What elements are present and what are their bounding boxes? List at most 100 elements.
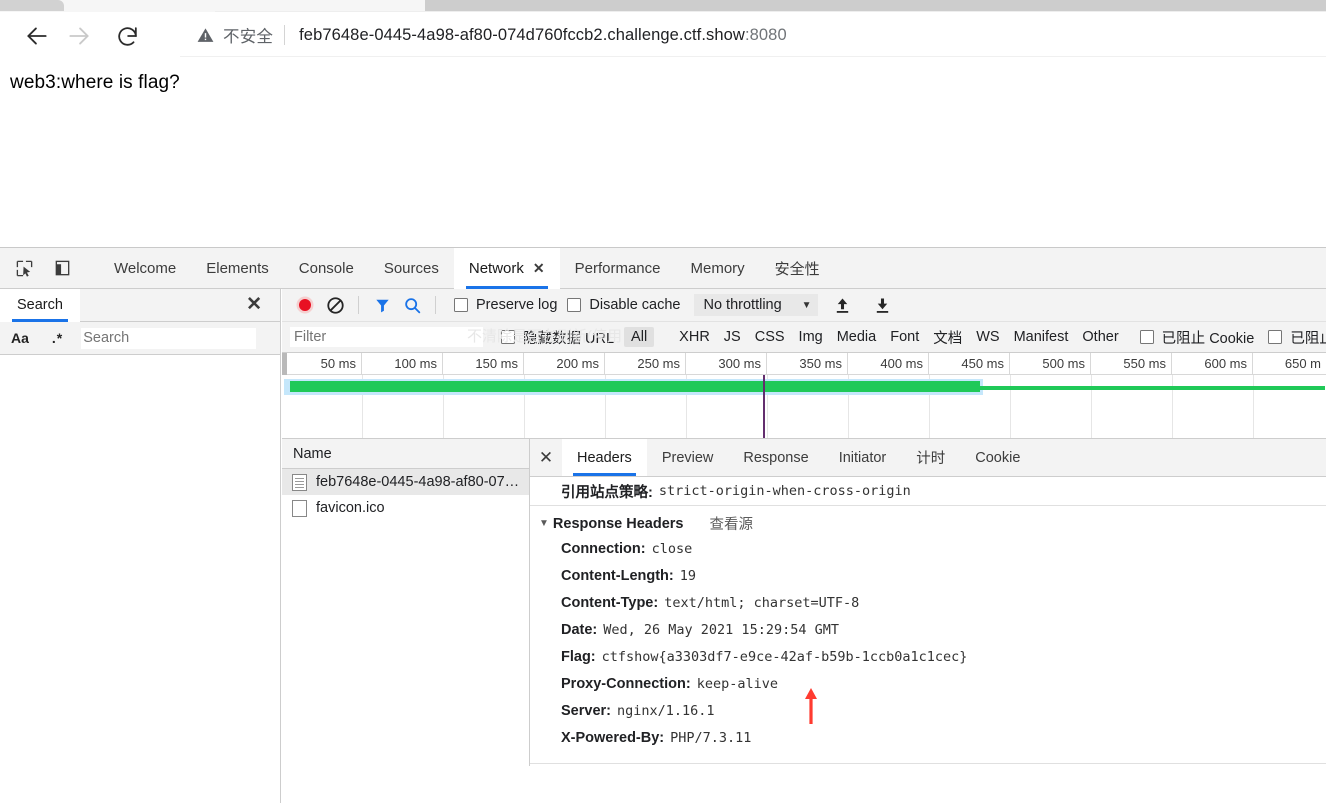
detail-tab-timing[interactable]: 计时 xyxy=(901,439,960,476)
devtools-tab-welcome[interactable]: Welcome xyxy=(99,248,191,289)
detail-tab-headers[interactable]: Headers xyxy=(562,439,647,476)
url-host: feb7648e-0445-4a98-af80-074d760fccb2.cha… xyxy=(299,25,745,44)
header-value: text/html; charset=UTF-8 xyxy=(664,595,860,611)
match-case-button[interactable]: Aa xyxy=(11,330,29,346)
address-bar[interactable]: 不安全 feb7648e-0445-4a98-af80-074d760fccb2… xyxy=(180,14,1326,56)
column-header-name: Name xyxy=(293,445,332,462)
type-filter-other[interactable]: Other xyxy=(1075,327,1125,347)
devtools-tab-sources[interactable]: Sources xyxy=(369,248,454,289)
detail-tab-response[interactable]: Response xyxy=(728,439,823,476)
devtools-tab-performance[interactable]: Performance xyxy=(560,248,676,289)
header-name: Proxy-Connection: xyxy=(561,676,691,692)
detail-tab-cookie[interactable]: Cookie xyxy=(960,439,1035,476)
type-filter-ws[interactable]: WS xyxy=(969,327,1006,347)
search-input[interactable] xyxy=(81,327,257,349)
address-bar-url: feb7648e-0445-4a98-af80-074d760fccb2.cha… xyxy=(299,26,787,45)
throttling-select[interactable]: No throttling ▼ xyxy=(694,294,818,316)
request-name: favicon.ico xyxy=(316,500,385,516)
type-filter-css[interactable]: CSS xyxy=(748,327,792,347)
chevron-down-icon: ▼ xyxy=(539,518,549,529)
devtools-tab-network[interactable]: Network ✕ xyxy=(453,247,560,289)
table-row[interactable]: favicon.ico xyxy=(282,495,529,521)
blocked-requests-checkbox[interactable]: 已阻止请求 xyxy=(1268,327,1326,348)
tab-label: Console xyxy=(298,259,354,277)
search-toolbar: Aa .* xyxy=(0,322,280,355)
header-value: close xyxy=(651,541,693,557)
disable-cache-checkbox[interactable]: Disable cache xyxy=(567,297,680,313)
ruler-tick: 50 ms xyxy=(282,353,362,375)
header-name: Content-Length: xyxy=(561,568,674,584)
table-row[interactable]: feb7648e-0445-4a98-af80-07… xyxy=(282,469,529,495)
detail-tab-initiator[interactable]: Initiator xyxy=(824,439,902,476)
devtools-tab-elements[interactable]: Elements xyxy=(191,248,284,289)
type-filter-manifest[interactable]: Manifest xyxy=(1007,327,1076,347)
tab-label: Performance xyxy=(574,259,661,277)
type-filter-img[interactable]: Img xyxy=(792,327,830,347)
network-toolbar: Preserve log Disable cache No throttling… xyxy=(282,289,1326,322)
ruler-tick: 100 ms xyxy=(362,353,443,375)
file-icon xyxy=(292,499,307,517)
hide-data-urls-label: 隐藏数据 URL xyxy=(523,330,615,347)
timeline-ruler: 50 ms 100 ms 150 ms 200 ms 250 ms 300 ms… xyxy=(282,353,1326,375)
chevron-down-icon: ▼ xyxy=(801,299,812,311)
request-headers-section[interactable]: ▼ 请求标头 查看源 xyxy=(530,764,1326,766)
type-filter-all[interactable]: All xyxy=(624,327,655,347)
detail-tab-preview[interactable]: Preview xyxy=(647,439,729,476)
tab-label: Initiator xyxy=(838,449,887,466)
type-filter-js[interactable]: JS xyxy=(717,327,748,347)
search-tab-label: Search xyxy=(17,297,63,313)
type-filter-doc[interactable]: 文档 xyxy=(926,325,969,350)
document-icon xyxy=(292,473,307,491)
request-detail-pane: ✕ Headers Preview Response Initiator 计时 … xyxy=(530,439,1326,766)
filter-funnel-icon[interactable] xyxy=(367,290,397,320)
header-name: Content-Type: xyxy=(561,595,659,611)
header-value: ctfshow{a3303df7-e9ce-42af-b59b-1ccb0a1c… xyxy=(601,649,968,665)
checkbox-box xyxy=(1268,330,1283,344)
search-tab[interactable]: Search xyxy=(0,288,80,322)
type-filter-font[interactable]: Font xyxy=(883,327,926,347)
devtools-tabbar: Welcome Elements Console Sources Network… xyxy=(0,247,1326,289)
preserve-log-checkbox[interactable]: Preserve log xyxy=(454,297,557,313)
forward-button[interactable] xyxy=(56,13,102,59)
devtools-body: Search ✕ Aa .* Search Preserve log Disab… xyxy=(0,288,1326,803)
reload-icon xyxy=(117,26,137,46)
tab-label: Network xyxy=(468,259,524,277)
view-source-link[interactable]: 查看源 xyxy=(709,513,753,534)
request-list-header[interactable]: Name xyxy=(282,439,529,469)
regex-toggle-button[interactable]: .* xyxy=(52,330,63,346)
type-filter-media[interactable]: Media xyxy=(830,327,884,347)
close-detail-icon[interactable]: ✕ xyxy=(530,439,562,476)
type-filter-xhr[interactable]: XHR xyxy=(672,327,717,347)
close-search-icon[interactable]: ✕ xyxy=(246,295,262,314)
detail-tab-list: ✕ Headers Preview Response Initiator 计时 … xyxy=(530,439,1326,477)
device-toolbar-icon[interactable] xyxy=(47,253,77,283)
filter-input[interactable] xyxy=(290,327,483,347)
request-name: feb7648e-0445-4a98-af80-07… xyxy=(316,474,520,490)
upload-har-icon[interactable] xyxy=(828,290,858,320)
preserve-log-label: Preserve log xyxy=(476,297,558,313)
header-value: nginx/1.16.1 xyxy=(616,703,715,719)
url-port: :8080 xyxy=(744,25,787,44)
search-icon[interactable] xyxy=(397,290,427,320)
clear-icon[interactable] xyxy=(320,290,350,320)
devtools-tab-security[interactable]: 安全性 xyxy=(760,248,835,289)
reload-button[interactable] xyxy=(104,13,150,59)
download-har-icon[interactable] xyxy=(868,290,898,320)
close-tab-icon[interactable]: ✕ xyxy=(533,260,545,277)
response-headers-section[interactable]: ▼ Response Headers 查看源 xyxy=(530,506,1326,541)
tab-label: Response xyxy=(743,449,809,466)
blocked-cookies-checkbox[interactable]: 已阻止 Cookie xyxy=(1139,327,1254,348)
record-button-icon[interactable] xyxy=(290,290,320,320)
back-button[interactable] xyxy=(14,13,60,59)
header-row-content-type: Content-Type: text/html; charset=UTF-8 xyxy=(530,595,1326,622)
devtools-tab-memory[interactable]: Memory xyxy=(675,248,759,289)
header-row-date: Date: Wed, 26 May 2021 15:29:54 GMT xyxy=(530,622,1326,649)
devtools-tab-console[interactable]: Console xyxy=(284,248,369,289)
hide-data-urls-checkbox[interactable]: 隐藏数据 URL xyxy=(501,327,614,348)
browser-tab-stub-left[interactable] xyxy=(0,0,64,11)
network-overview-timeline[interactable]: 50 ms 100 ms 150 ms 200 ms 250 ms 300 ms… xyxy=(282,353,1326,439)
request-list: Name feb7648e-0445-4a98-af80-07… favicon… xyxy=(282,439,530,766)
inspect-element-icon[interactable] xyxy=(9,253,39,283)
browser-tab-stub-right[interactable] xyxy=(425,0,1326,11)
omnibox-divider xyxy=(284,25,286,45)
